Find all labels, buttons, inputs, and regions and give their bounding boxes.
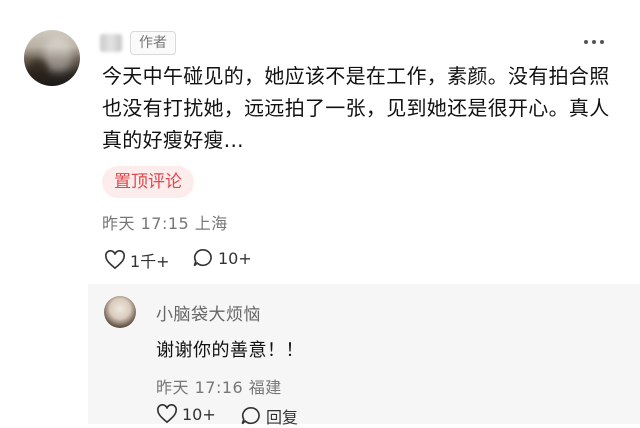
reply-meta: 昨天 17:16 福建 xyxy=(156,374,282,398)
reply-location: 福建 xyxy=(248,378,282,397)
comment-time: 昨天 17:15 xyxy=(102,214,190,233)
pinned-comment-tag: 置顶评论 xyxy=(102,166,194,198)
comment-icon xyxy=(240,406,262,426)
reply-button[interactable]: 10+ xyxy=(192,248,252,268)
heart-icon xyxy=(104,250,126,270)
reply-like-count: 10+ xyxy=(182,404,216,424)
reply-reply-label: 回复 xyxy=(266,408,299,427)
comment-text: 今天中午碰见的，她应该不是在工作，素颜。没有拍合照也没有打扰她，远远拍了一张，见… xyxy=(102,64,610,152)
commenter-avatar[interactable] xyxy=(24,30,80,86)
heart-icon xyxy=(156,404,178,424)
comment-meta: 昨天 17:15 上海 xyxy=(102,210,228,234)
author-badge: 作者 xyxy=(130,31,176,55)
reply-text: 谢谢你的善意！！ xyxy=(156,340,304,361)
comment-icon xyxy=(192,248,214,268)
reply-reply-button[interactable]: 回复 xyxy=(240,404,298,428)
more-options-icon[interactable] xyxy=(584,38,606,46)
commenter-username-blurred[interactable] xyxy=(100,34,122,52)
reply-avatar[interactable] xyxy=(104,296,136,328)
like-count: 1千+ xyxy=(130,252,170,271)
reply-time: 昨天 17:16 xyxy=(156,378,244,397)
reply-count: 10+ xyxy=(218,248,252,268)
like-button[interactable]: 1千+ xyxy=(104,248,170,272)
reply-like-button[interactable]: 10+ xyxy=(156,404,216,424)
reply-username[interactable]: 小脑袋大烦恼 xyxy=(156,300,261,325)
comment-location: 上海 xyxy=(194,214,228,233)
